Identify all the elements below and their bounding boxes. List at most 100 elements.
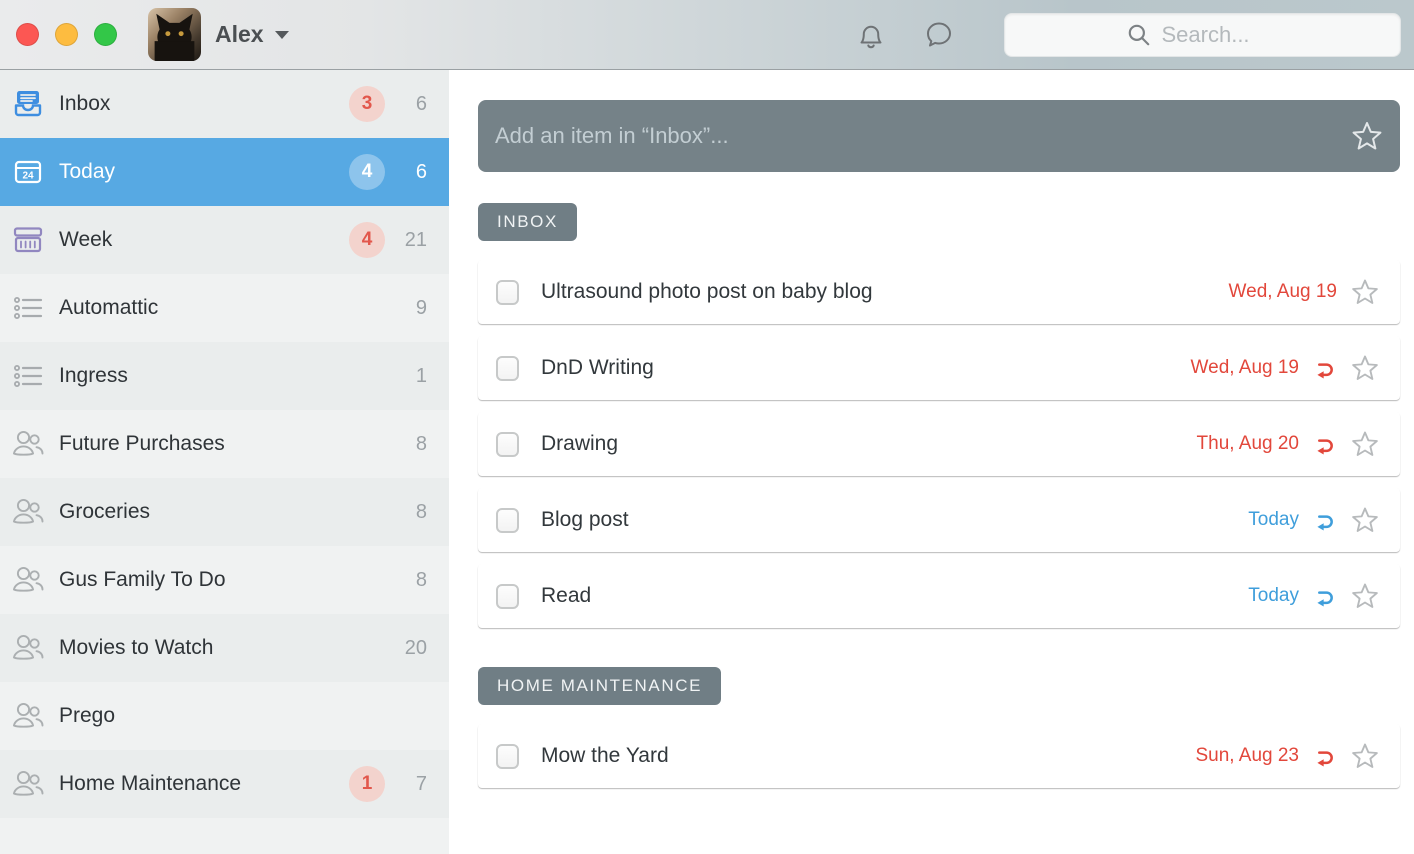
sidebar-item-automattic[interactable]: Automattic 9	[0, 274, 449, 342]
minimize-button[interactable]	[55, 23, 78, 46]
sidebar: Inbox 3 6 24 Today 4 6 Week 4 21 Automat…	[0, 70, 449, 854]
star-icon[interactable]	[1350, 277, 1380, 307]
task-checkbox[interactable]	[496, 355, 519, 381]
repeat-icon	[1317, 590, 1333, 606]
task-meta: Today	[1248, 581, 1380, 611]
unread-badge: 3	[349, 86, 385, 122]
cat-photo	[154, 13, 195, 61]
main-panel: INBOX Ultrasound photo post on baby blog…	[449, 70, 1414, 854]
sidebar-list: Inbox 3 6 24 Today 4 6 Week 4 21 Automat…	[0, 70, 449, 818]
star-icon[interactable]	[1350, 741, 1380, 771]
bell-icon[interactable]	[855, 18, 887, 52]
sidebar-item-label: Automattic	[59, 296, 159, 319]
due-date: Sun, Aug 23	[1195, 745, 1299, 766]
sidebar-item-label: Movies to Watch	[59, 636, 214, 659]
sidebar-item-week[interactable]: Week 4 21	[0, 206, 449, 274]
task-checkbox[interactable]	[496, 743, 519, 769]
chat-bubble-icon[interactable]	[923, 18, 955, 52]
people-icon	[12, 768, 44, 800]
item-count: 21	[404, 228, 427, 251]
sidebar-item-home-maintenance[interactable]: Home Maintenance 1 7	[0, 750, 449, 818]
zoom-button[interactable]	[94, 23, 117, 46]
item-count: 9	[415, 296, 427, 319]
sidebar-item-label: Gus Family To Do	[59, 568, 226, 591]
sidebar-item-label: Prego	[59, 704, 116, 727]
sidebar-item-movies-to-watch[interactable]: Movies to Watch 20	[0, 614, 449, 682]
star-icon[interactable]	[1350, 353, 1380, 383]
due-date: Today	[1248, 509, 1299, 530]
sidebar-item-label: Week	[59, 228, 113, 251]
star-icon[interactable]	[1350, 505, 1380, 535]
search-input[interactable]	[1161, 21, 1280, 48]
item-count: 8	[415, 432, 427, 455]
add-item-bar	[478, 100, 1400, 172]
close-button[interactable]	[16, 23, 39, 46]
item-count: 8	[415, 568, 427, 591]
user-name[interactable]: Alex	[215, 21, 264, 48]
item-count: 8	[415, 500, 427, 523]
week-icon	[12, 224, 44, 256]
sidebar-item-inbox[interactable]: Inbox 3 6	[0, 70, 449, 138]
repeat-icon	[1317, 750, 1333, 766]
item-count: 20	[404, 636, 427, 659]
task-title: Blog post	[541, 508, 629, 531]
task-list: Ultrasound photo post on baby blog Wed, …	[478, 260, 1400, 628]
sidebar-item-gus-family-to-do[interactable]: Gus Family To Do 8	[0, 546, 449, 614]
task-title: DnD Writing	[541, 356, 654, 379]
star-icon[interactable]	[1350, 429, 1380, 459]
sidebar-item-future-purchases[interactable]: Future Purchases 8	[0, 410, 449, 478]
unread-badge: 1	[349, 766, 385, 802]
sidebar-item-groceries[interactable]: Groceries 8	[0, 478, 449, 546]
task-checkbox[interactable]	[496, 507, 519, 533]
people-icon	[12, 564, 44, 596]
sidebar-item-today[interactable]: 24 Today 4 6	[0, 138, 449, 206]
task-row[interactable]: Read Today	[478, 564, 1400, 628]
task-title: Read	[541, 584, 592, 607]
due-date: Wed, Aug 19	[1228, 281, 1337, 302]
people-icon	[12, 496, 44, 528]
people-icon	[12, 428, 44, 460]
task-row[interactable]: DnD Writing Wed, Aug 19	[478, 336, 1400, 400]
search-icon	[1128, 24, 1149, 45]
task-meta: Sun, Aug 23	[1195, 741, 1380, 771]
task-row[interactable]: Blog post Today	[478, 488, 1400, 552]
task-meta: Today	[1248, 505, 1380, 535]
search-box	[1004, 12, 1401, 57]
task-checkbox[interactable]	[496, 279, 519, 305]
chevron-down-icon[interactable]	[274, 30, 289, 39]
task-row[interactable]: Drawing Thu, Aug 20	[478, 412, 1400, 476]
list-icon	[12, 360, 44, 392]
task-checkbox[interactable]	[496, 431, 519, 457]
task-sections: INBOX Ultrasound photo post on baby blog…	[478, 172, 1400, 788]
star-icon[interactable]	[1350, 119, 1384, 153]
toolbar-right	[855, 12, 1414, 57]
task-section: INBOX Ultrasound photo post on baby blog…	[478, 172, 1400, 628]
item-count: 6	[415, 92, 427, 115]
sidebar-item-prego[interactable]: Prego	[0, 682, 449, 750]
task-row[interactable]: Ultrasound photo post on baby blog Wed, …	[478, 260, 1400, 324]
sidebar-item-label: Ingress	[59, 364, 128, 387]
sidebar-item-label: Future Purchases	[59, 432, 225, 455]
task-meta: Thu, Aug 20	[1197, 429, 1380, 459]
unread-badge: 4	[349, 154, 385, 190]
user-avatar[interactable]	[148, 8, 201, 61]
sidebar-item-label: Home Maintenance	[59, 772, 242, 795]
task-title: Ultrasound photo post on baby blog	[541, 280, 873, 303]
due-date: Today	[1248, 585, 1299, 606]
unread-badge: 4	[349, 222, 385, 258]
sidebar-item-ingress[interactable]: Ingress 1	[0, 342, 449, 410]
item-count: 1	[415, 364, 427, 387]
today-icon: 24	[12, 156, 44, 188]
add-item-input[interactable]	[495, 123, 1350, 149]
sidebar-item-label: Inbox	[59, 92, 111, 115]
window-toolbar: Alex	[0, 0, 1414, 70]
item-count: 6	[415, 160, 427, 183]
task-row[interactable]: Mow the Yard Sun, Aug 23	[478, 724, 1400, 788]
task-title: Drawing	[541, 432, 619, 455]
svg-text:24: 24	[22, 171, 34, 182]
people-icon	[12, 700, 44, 732]
repeat-icon	[1317, 438, 1333, 454]
star-icon[interactable]	[1350, 581, 1380, 611]
due-date: Thu, Aug 20	[1196, 433, 1299, 454]
task-checkbox[interactable]	[496, 583, 519, 609]
